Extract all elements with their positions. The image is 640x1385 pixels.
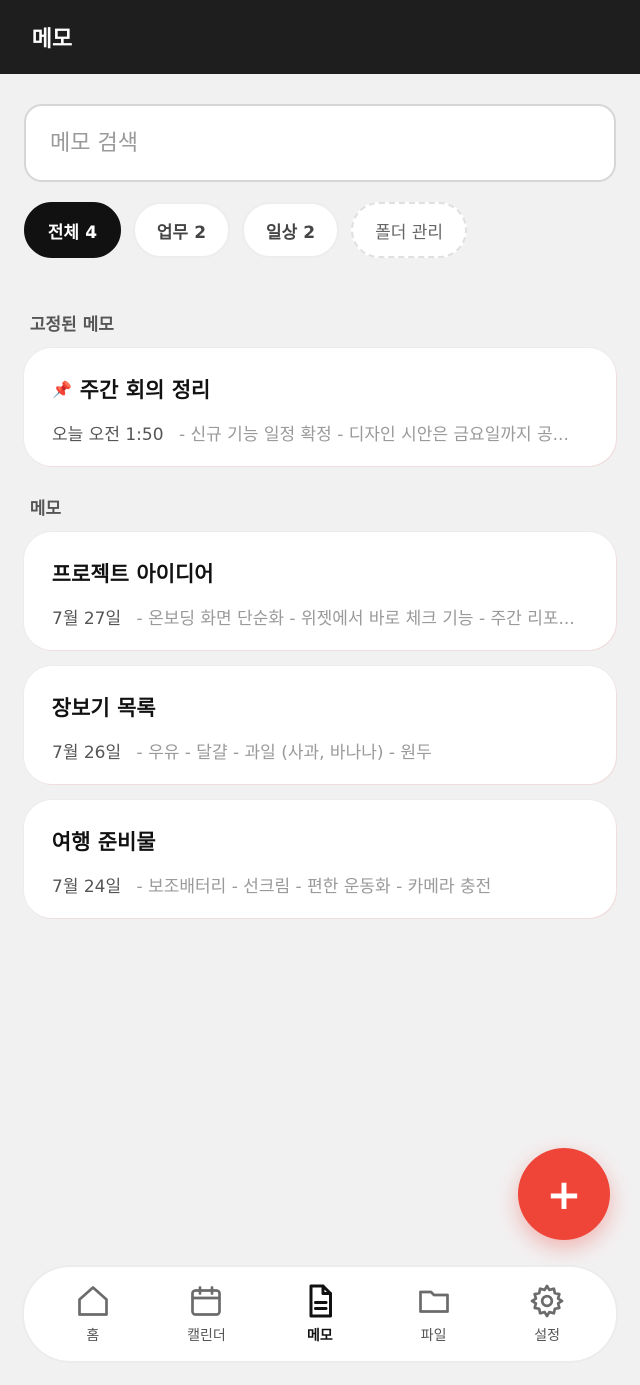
nav-item-calendar[interactable]: 캘린더 bbox=[158, 1283, 254, 1345]
memo-meta: 7월 27일 - 온보딩 화면 단순화 - 위젯에서 바로 체크 기능 - 주간… bbox=[52, 604, 588, 629]
plus-icon: + bbox=[546, 1169, 582, 1219]
memo-preview: - 신규 기능 일정 확정 - 디자인 시안은 금요일까지 공... bbox=[178, 425, 569, 445]
pinned-memo-card[interactable]: 📌 주간 회의 정리 오늘 오전 1:50 - 신규 기능 일정 확정 - 디자… bbox=[24, 348, 616, 466]
bottom-nav: 홈 캘린더 메모 파일 설정 bbox=[22, 1265, 618, 1363]
memo-meta: 7월 26일 - 우유 - 달걀 - 과일 (사과, 바나나) - 원두 bbox=[52, 738, 588, 763]
memo-title: 장보기 목록 bbox=[52, 696, 156, 720]
memo-date: 7월 26일 bbox=[52, 743, 122, 763]
folder-icon bbox=[418, 1290, 449, 1313]
memo-card[interactable]: 장보기 목록 7월 26일 - 우유 - 달걀 - 과일 (사과, 바나나) -… bbox=[24, 666, 616, 784]
add-memo-button[interactable]: + bbox=[518, 1148, 610, 1240]
memo-meta: 7월 24일 - 보조배터리 - 선크림 - 편한 운동화 - 카메라 충전 bbox=[52, 872, 588, 897]
chip-daily[interactable]: 일상 2 bbox=[242, 202, 340, 258]
document-icon bbox=[309, 1284, 332, 1318]
pin-icon: 📌 bbox=[52, 379, 72, 399]
nav-label: 메모 bbox=[307, 1328, 333, 1344]
nav-label: 설정 bbox=[534, 1328, 561, 1344]
chip-all[interactable]: 전체 4 bbox=[24, 202, 122, 258]
calendar-icon bbox=[191, 1286, 222, 1316]
pinned-section-title: 고정된 메모 bbox=[30, 315, 115, 335]
memo-title: 주간 회의 정리 bbox=[79, 378, 211, 402]
app-header: 메모 bbox=[0, 0, 640, 74]
nav-label: 홈 bbox=[86, 1328, 100, 1344]
filter-chips: 전체 4 업무 2 일상 2 폴더 관리 bbox=[24, 202, 468, 258]
chip-work[interactable]: 업무 2 bbox=[133, 202, 231, 258]
memo-card[interactable]: 여행 준비물 7월 24일 - 보조배터리 - 선크림 - 편한 운동화 - 카… bbox=[24, 800, 616, 918]
nav-label: 파일 bbox=[420, 1328, 447, 1344]
memo-preview: - 온보딩 화면 단순화 - 위젯에서 바로 체크 기능 - 주간 리포... bbox=[136, 609, 575, 629]
memo-preview: - 보조배터리 - 선크림 - 편한 운동화 - 카메라 충전 bbox=[136, 877, 492, 897]
nav-item-memo[interactable]: 메모 bbox=[272, 1283, 368, 1345]
page-title: 메모 bbox=[32, 27, 73, 52]
memo-title-row: 프로젝트 아이디어 bbox=[52, 556, 588, 590]
nav-item-files[interactable]: 파일 bbox=[386, 1283, 482, 1345]
chip-folder-manage[interactable]: 폴더 관리 bbox=[351, 202, 468, 258]
memo-card[interactable]: 프로젝트 아이디어 7월 27일 - 온보딩 화면 단순화 - 위젯에서 바로 … bbox=[24, 532, 616, 650]
memo-title-row: 📌 주간 회의 정리 bbox=[52, 372, 588, 406]
memo-date: 7월 24일 bbox=[52, 877, 122, 897]
gear-icon bbox=[530, 1284, 564, 1318]
search-input[interactable] bbox=[24, 104, 616, 182]
nav-item-home[interactable]: 홈 bbox=[45, 1283, 141, 1345]
home-icon bbox=[77, 1286, 108, 1316]
memo-date: 오늘 오전 1:50 bbox=[52, 425, 164, 445]
memo-title: 프로젝트 아이디어 bbox=[52, 562, 214, 586]
memo-title-row: 장보기 목록 bbox=[52, 690, 588, 724]
memo-date: 7월 27일 bbox=[52, 609, 122, 629]
memo-meta: 오늘 오전 1:50 - 신규 기능 일정 확정 - 디자인 시안은 금요일까지… bbox=[52, 420, 588, 445]
memos-section-title: 메모 bbox=[30, 499, 62, 519]
memo-title-row: 여행 준비물 bbox=[52, 824, 588, 858]
nav-label: 캘린더 bbox=[187, 1328, 226, 1344]
nav-item-settings[interactable]: 설정 bbox=[499, 1283, 595, 1345]
memo-title: 여행 준비물 bbox=[52, 830, 156, 854]
memo-preview: - 우유 - 달걀 - 과일 (사과, 바나나) - 원두 bbox=[136, 743, 432, 763]
